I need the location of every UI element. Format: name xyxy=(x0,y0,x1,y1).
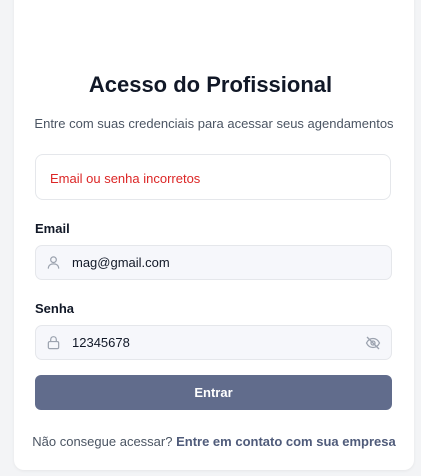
error-message: Email ou senha incorretos xyxy=(50,171,201,186)
help-footer: Não consegue acessar? Entre em contato c… xyxy=(0,434,421,449)
page-subtitle: Entre com suas credenciais para acessar … xyxy=(34,116,394,131)
submit-button[interactable]: Entrar xyxy=(35,375,392,410)
password-input[interactable] xyxy=(72,326,352,359)
email-input[interactable] xyxy=(72,246,352,279)
user-icon xyxy=(46,255,61,270)
email-field-container xyxy=(35,245,392,280)
password-label: Senha xyxy=(35,301,75,316)
error-alert: Email ou senha incorretos xyxy=(35,154,391,200)
contact-company-link[interactable]: Entre em contato com sua empresa xyxy=(176,434,396,449)
lock-icon xyxy=(46,335,61,350)
password-field-container xyxy=(35,325,392,360)
page-title: Acesso do Profissional xyxy=(88,72,333,97)
eye-off-icon[interactable] xyxy=(365,335,381,351)
email-label: Email xyxy=(35,221,70,236)
help-prompt: Não consegue acessar? xyxy=(32,434,173,449)
